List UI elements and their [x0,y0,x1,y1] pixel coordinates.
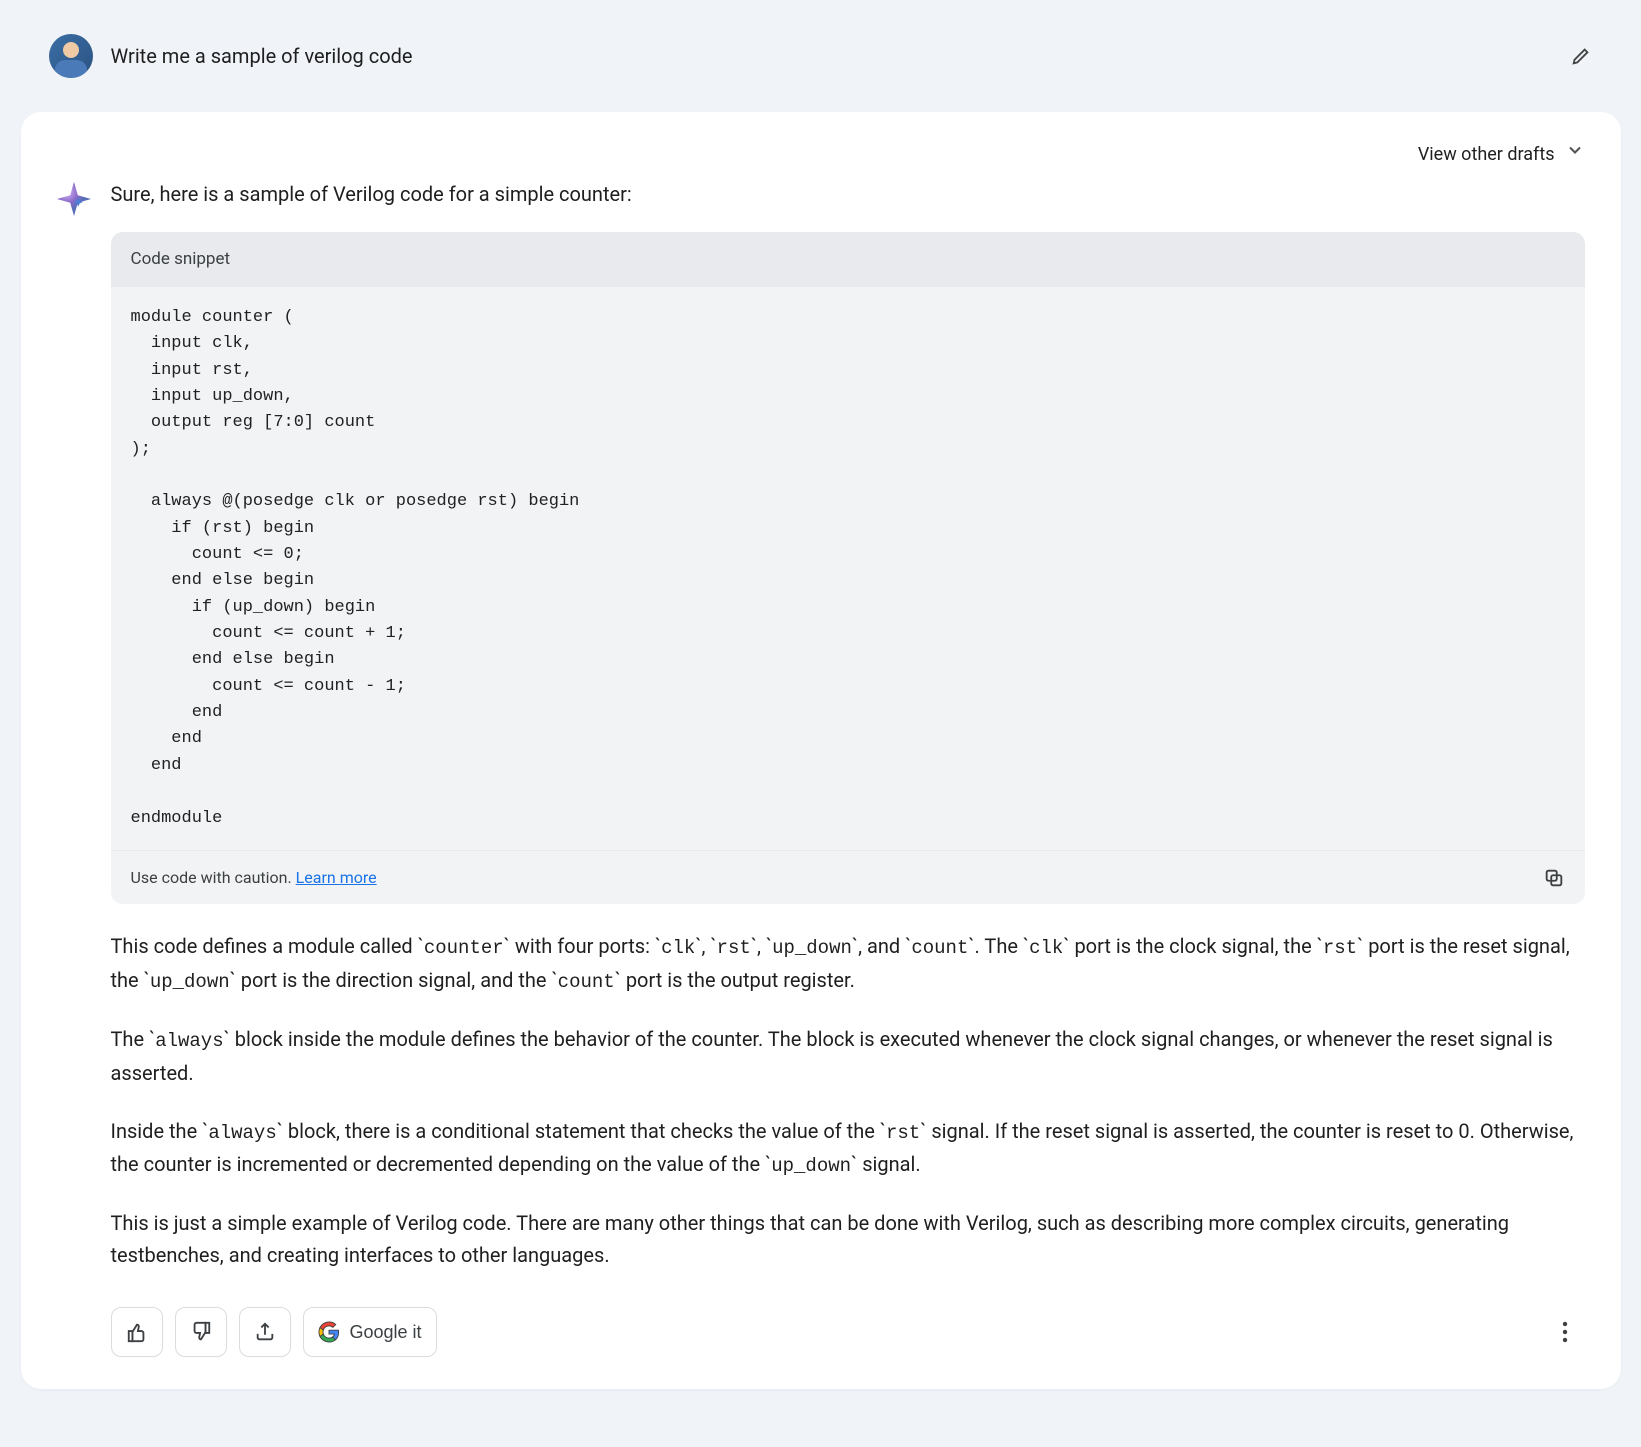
caution-text: Use code with caution. Learn more [131,865,377,891]
learn-more-link[interactable]: Learn more [296,868,377,887]
action-bar: Google it [111,1307,1585,1357]
google-it-label: Google it [350,1322,422,1343]
para-2: The `always` block inside the module def… [111,1023,1585,1088]
drafts-label: View other drafts [1418,141,1555,170]
user-avatar [49,34,93,78]
para-3: Inside the `always` block, there is a co… [111,1115,1585,1182]
caution-label: Use code with caution. [131,868,296,887]
user-message-row: Write me a sample of verilog code [21,20,1621,92]
code-footer: Use code with caution. Learn more [111,850,1585,905]
user-message-text: Write me a sample of verilog code [111,40,1569,72]
code-block: Code snippet module counter ( input clk,… [111,232,1585,905]
thumbs-up-button[interactable] [111,1307,163,1357]
response-intro: Sure, here is a sample of Verilog code f… [111,178,1585,210]
view-other-drafts[interactable]: View other drafts [1418,140,1585,170]
thumbs-down-button[interactable] [175,1307,227,1357]
card-top-bar: View other drafts [57,140,1585,170]
google-it-button[interactable]: Google it [303,1307,437,1357]
para-1: This code defines a module called `count… [111,930,1585,997]
para-4: This is just a simple example of Verilog… [111,1207,1585,1271]
copy-icon[interactable] [1543,867,1565,889]
share-button[interactable] [239,1307,291,1357]
code-header: Code snippet [111,232,1585,287]
sparkle-icon [55,180,93,218]
edit-icon[interactable] [1569,44,1593,68]
chevron-down-icon [1565,140,1585,170]
explanation: This code defines a module called `count… [111,930,1585,1271]
more-menu-button[interactable] [1545,1312,1585,1352]
google-logo-icon [318,1321,340,1343]
ai-response-card: View other drafts [21,112,1621,1389]
code-body: module counter ( input clk, input rst, i… [111,287,1585,850]
